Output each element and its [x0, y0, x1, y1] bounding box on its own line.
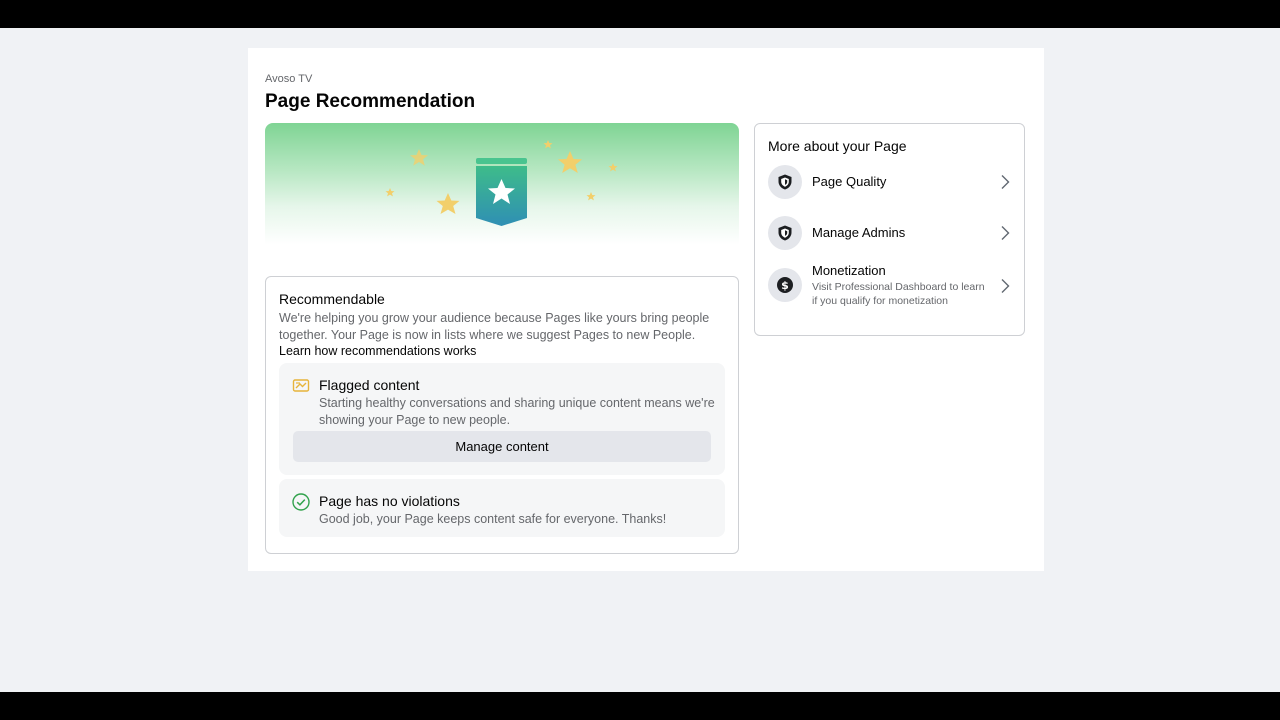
chevron-right-icon: [1001, 279, 1010, 293]
svg-text:$: $: [781, 279, 789, 292]
page-quality-label: Page Quality: [812, 174, 887, 189]
no-violations-description: Good job, your Page keeps content safe f…: [319, 512, 667, 526]
dollar-icon: $: [768, 268, 802, 302]
manage-admins-label: Manage Admins: [812, 225, 906, 240]
page-title: Page Recommendation: [265, 91, 476, 112]
more-about-page-panel: More about your Page Page Quality Manage…: [754, 123, 1025, 336]
learn-recommendations-link[interactable]: Learn how recommendations works: [279, 344, 476, 358]
sidebar-item-manage-admins[interactable]: Manage Admins: [755, 212, 1024, 256]
sidebar-item-monetization[interactable]: $ Monetization Visit Professional Dashbo…: [755, 262, 1024, 312]
recommendable-panel: Recommendable We're helping you grow you…: [265, 276, 739, 554]
page-name: Avoso TV: [265, 73, 313, 85]
more-about-page-title: More about your Page: [768, 138, 907, 154]
recommendable-description: We're helping you grow your audience bec…: [279, 311, 710, 342]
flagged-content-title: Flagged content: [319, 377, 420, 393]
no-violations-item: Page has no violations Good job, your Pa…: [279, 479, 725, 537]
no-violations-title: Page has no violations: [319, 493, 460, 509]
check-circle-icon: [292, 493, 310, 511]
manage-content-button[interactable]: Manage content: [293, 431, 711, 462]
badge-star-icon: [385, 140, 618, 226]
recommendable-title: Recommendable: [279, 291, 385, 307]
monetization-label: Monetization: [812, 263, 886, 278]
chevron-right-icon: [1001, 175, 1010, 189]
chevron-right-icon: [1001, 226, 1010, 240]
sidebar-item-page-quality[interactable]: Page Quality: [755, 161, 1024, 205]
hero-banner: [265, 123, 739, 258]
viewport: Avoso TV Page Recommendation Recommendab…: [0, 28, 1280, 692]
flag-content-icon: [292, 377, 310, 395]
shield-icon: [768, 165, 802, 199]
flagged-content-description: Starting healthy conversations and shari…: [319, 396, 715, 427]
page-recommendation-card: Avoso TV Page Recommendation Recommendab…: [248, 48, 1044, 571]
shield-icon: [768, 216, 802, 250]
monetization-sublabel: Visit Professional Dashboard to learn if…: [812, 281, 985, 307]
flagged-content-item: Flagged content Starting healthy convers…: [279, 363, 725, 475]
